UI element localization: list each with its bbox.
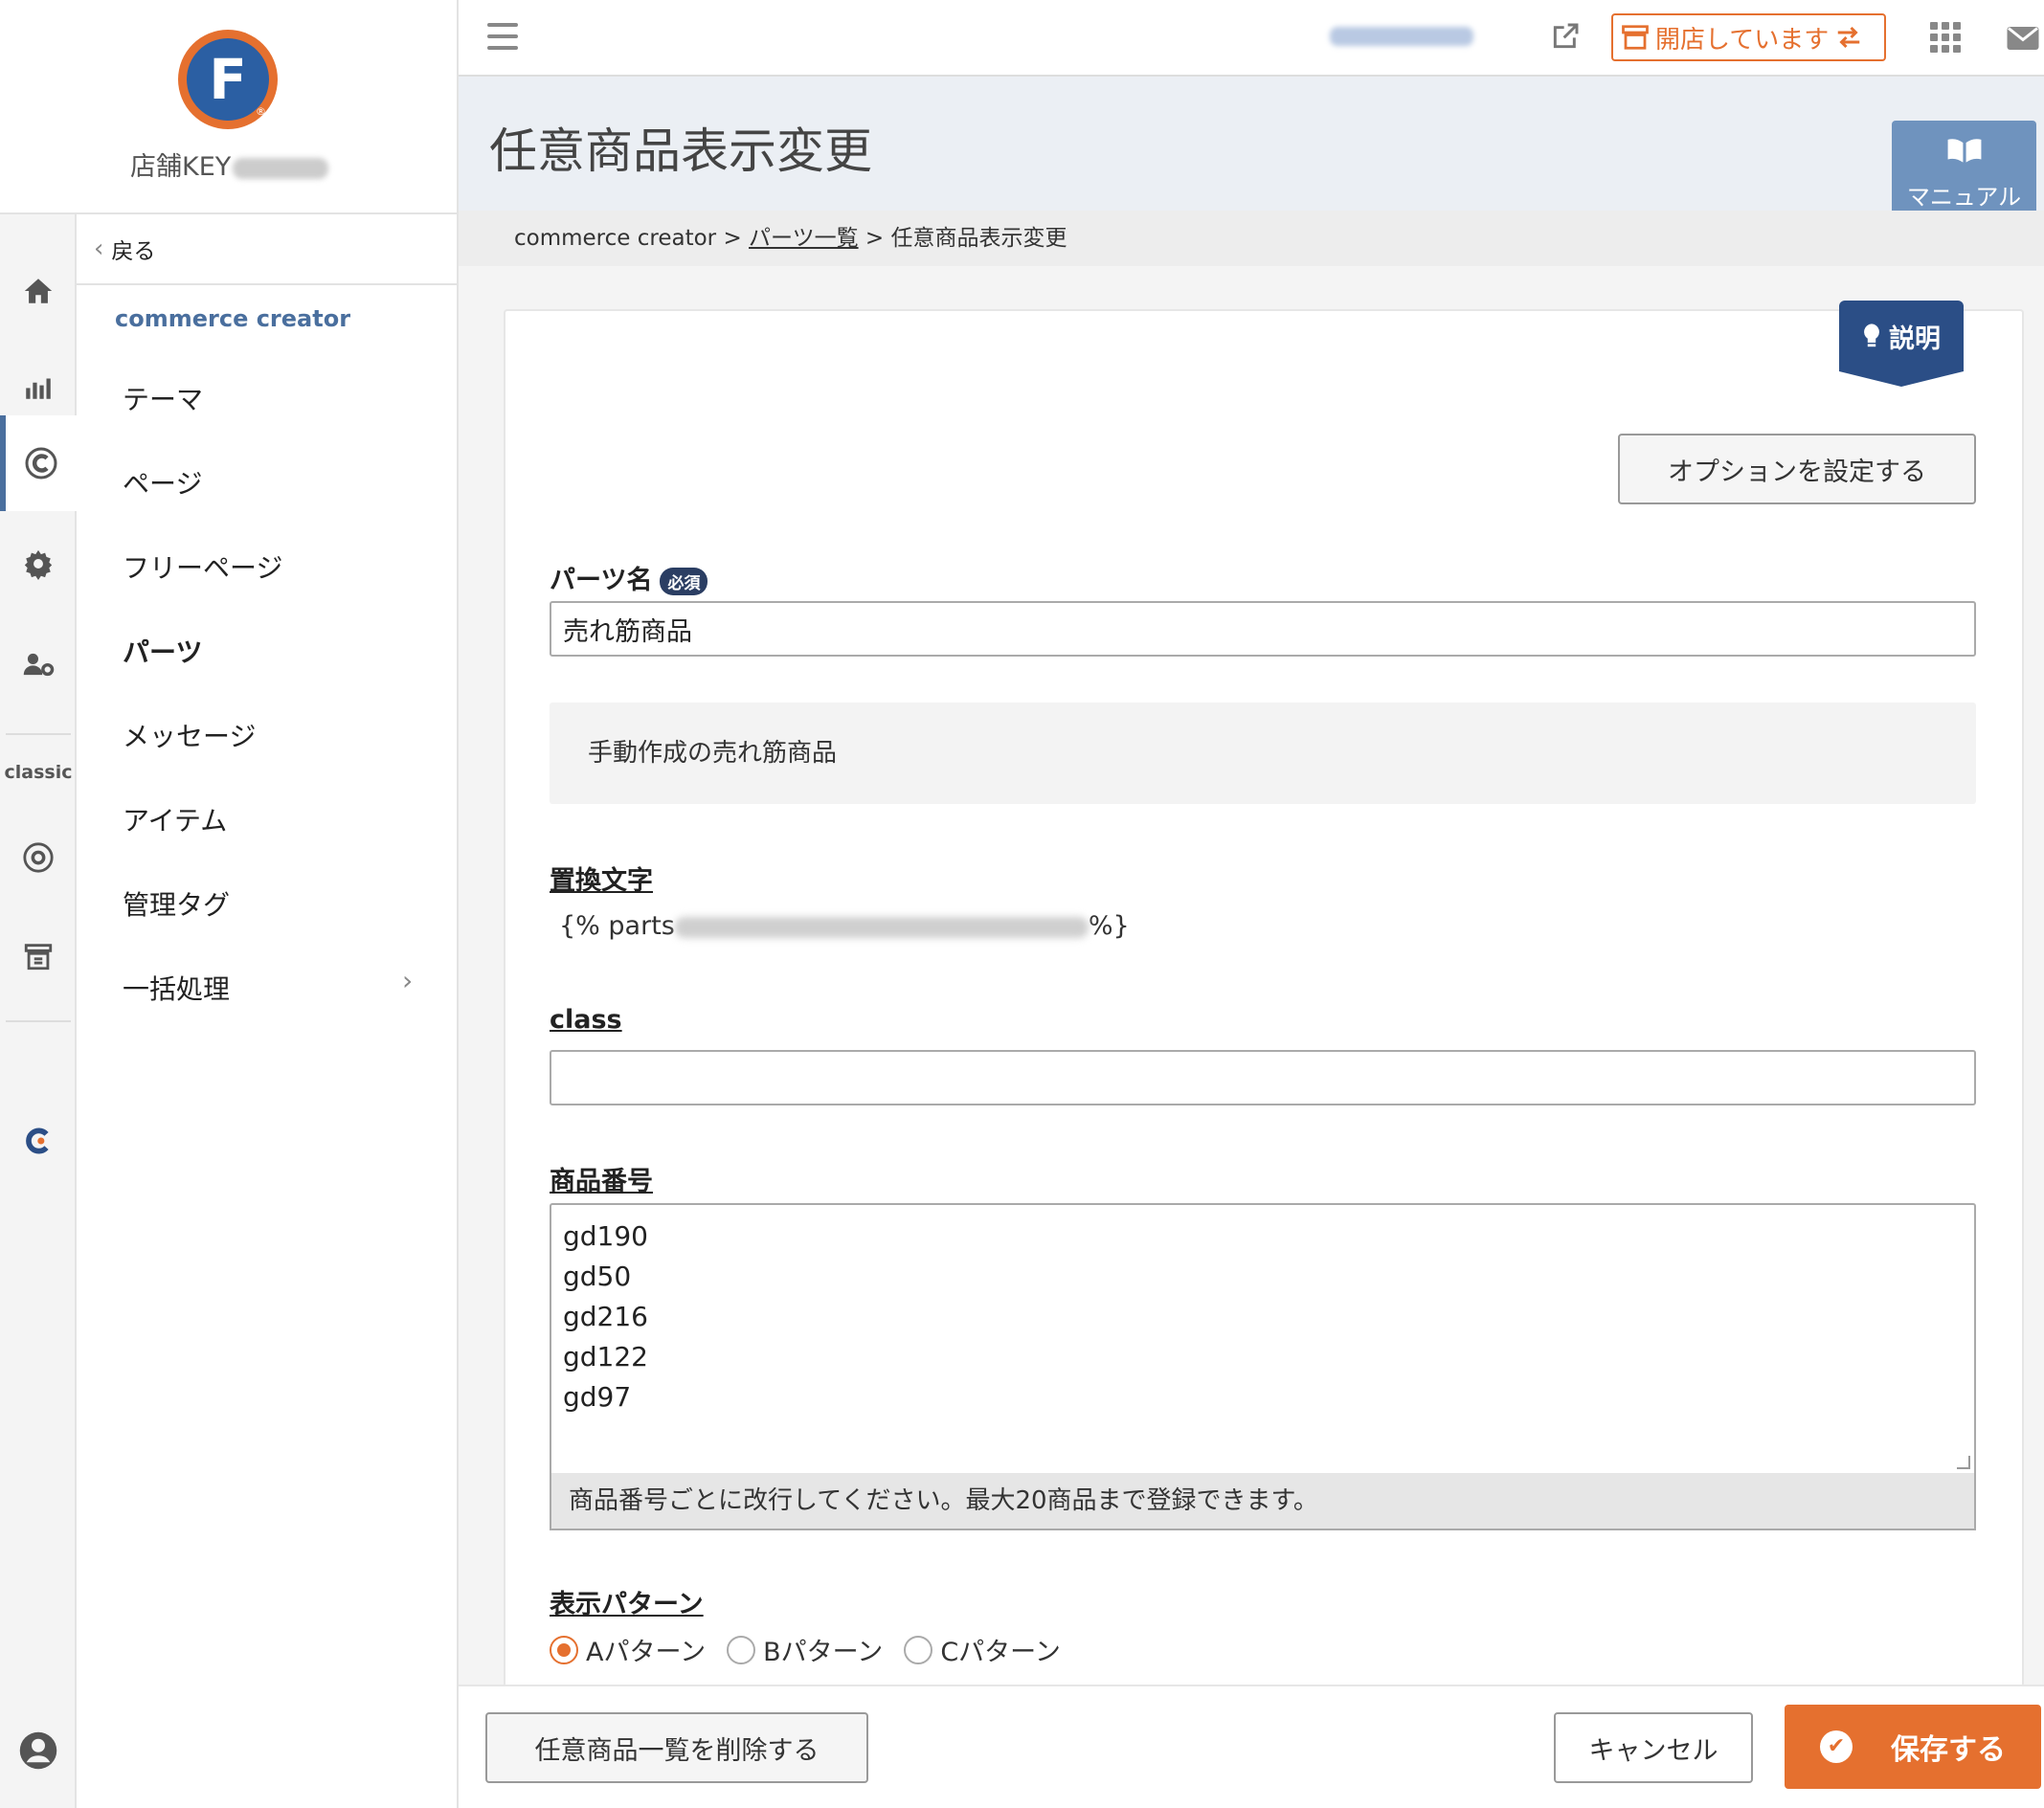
breadcrumb-separator: > xyxy=(723,226,742,251)
display-pattern-group: Aパターン Bパターン Cパターン xyxy=(550,1631,1061,1668)
nav-item-admin-tags[interactable]: 管理タグ xyxy=(123,884,230,923)
shop-logo[interactable]: F ® xyxy=(178,30,278,129)
required-badge: 必須 xyxy=(660,568,708,595)
set-options-button[interactable]: オプションを設定する xyxy=(1618,434,1976,504)
product-number-label: 商品番号 xyxy=(550,1167,653,1196)
store-open-toggle[interactable]: 開店しています xyxy=(1611,13,1886,61)
save-label: 保存する xyxy=(1891,1733,2006,1767)
nav-item-free-page[interactable]: フリーページ xyxy=(123,547,282,586)
display-pattern-label: 表示パターン xyxy=(550,1590,704,1619)
nav-item-page[interactable]: ページ xyxy=(123,463,202,502)
radio-selected-icon xyxy=(550,1635,578,1664)
classic-label: classic xyxy=(4,762,73,783)
page-header: 任意商品表示変更 マニュアル xyxy=(459,77,2044,226)
pattern-c-radio[interactable]: Cパターン xyxy=(904,1631,1061,1668)
rail-divider-2 xyxy=(6,1020,71,1022)
product-number-line: gd122 xyxy=(563,1341,648,1373)
nav-item-parts[interactable]: パーツ xyxy=(123,632,202,670)
breadcrumb-current: 任意商品表示変更 xyxy=(890,226,1067,251)
secondary-nav: ‹ 戻る commerce creator テーマ ページ フリーページ パーツ… xyxy=(77,214,459,1808)
product-number-textarea[interactable]: gd190 gd50 gd216 gd122 gd97 xyxy=(550,1203,1976,1475)
replace-text-value: {% parts%} xyxy=(559,911,1130,941)
pattern-b-label: Bパターン xyxy=(763,1638,884,1667)
parts-name-label: パーツ名 必須 xyxy=(550,559,708,596)
chevron-left-icon: ‹ xyxy=(94,234,104,263)
parts-description: 手動作成の売れ筋商品 xyxy=(550,703,1976,804)
storefront-icon xyxy=(1622,25,1649,50)
breadcrumb-parts-list-link[interactable]: パーツ一覧 xyxy=(749,226,859,251)
store-key: 店舗KEY xyxy=(130,145,329,183)
class-input[interactable] xyxy=(550,1050,1976,1105)
nav-item-items[interactable]: アイテム xyxy=(123,800,227,838)
breadcrumb: commerce creator > パーツ一覧 > 任意商品表示変更 xyxy=(459,211,2044,266)
account-icon[interactable] xyxy=(0,1703,77,1798)
store-key-label: 店舗KEY xyxy=(130,152,232,182)
icon-rail: classic xyxy=(0,214,77,1808)
nav-item-theme[interactable]: テーマ xyxy=(123,379,203,417)
logo-registered-mark: ® xyxy=(256,105,266,118)
delete-product-list-button[interactable]: 任意商品一覧を削除する xyxy=(485,1712,868,1783)
pattern-b-radio[interactable]: Bパターン xyxy=(727,1631,883,1668)
breadcrumb-separator-2: > xyxy=(865,226,885,251)
nav-item-bulk[interactable]: 一括処理 xyxy=(123,969,230,1007)
replace-key-redacted xyxy=(674,916,1089,938)
replace-prefix: {% parts xyxy=(559,911,675,941)
external-link-icon[interactable] xyxy=(1550,21,1581,56)
product-number-hint: 商品番号ごとに改行してください。最大20商品まで登録できます。 xyxy=(550,1473,1976,1530)
check-icon: ✔ xyxy=(1820,1730,1853,1763)
commerce-creator-icon[interactable] xyxy=(0,415,77,511)
top-bar: 開店しています xyxy=(459,0,2044,77)
cancel-button[interactable]: キャンセル xyxy=(1554,1712,1753,1783)
help-label: 説明 xyxy=(1889,324,1941,354)
back-link[interactable]: ‹ 戻る xyxy=(77,214,459,285)
page-title: 任意商品表示変更 xyxy=(489,123,872,179)
user-settings-icon[interactable] xyxy=(0,616,77,712)
book-icon xyxy=(1947,139,1981,163)
product-number-line: gd190 xyxy=(563,1220,648,1252)
lightbulb-icon xyxy=(1864,324,1879,347)
commerce-brand-icon[interactable] xyxy=(0,1093,77,1189)
shop-link-redacted[interactable] xyxy=(1330,27,1473,46)
replace-suffix: %} xyxy=(1088,911,1130,941)
resize-handle-icon[interactable] xyxy=(1957,1456,1970,1469)
parts-name-label-text: パーツ名 xyxy=(550,566,653,595)
nav-item-message[interactable]: メッセージ xyxy=(123,716,256,754)
settings-gear-icon[interactable] xyxy=(0,516,77,612)
parts-name-input[interactable]: 売れ筋商品 xyxy=(550,601,1976,657)
store-open-status: 開店しています xyxy=(1655,25,1830,55)
save-button[interactable]: ✔ 保存する xyxy=(1785,1705,2041,1789)
product-number-line: gd216 xyxy=(563,1301,648,1332)
radio-empty-icon xyxy=(904,1635,933,1664)
back-label: 戻る xyxy=(111,239,156,264)
apps-grid-icon[interactable] xyxy=(1930,22,1961,53)
store-key-value-redacted xyxy=(233,157,329,179)
breadcrumb-root: commerce creator xyxy=(514,226,717,251)
product-number-line: gd97 xyxy=(563,1381,632,1413)
mail-icon[interactable] xyxy=(2006,25,2040,56)
pattern-c-label: Cパターン xyxy=(940,1638,1061,1667)
brand-header: F ® 店舗KEY xyxy=(0,0,459,214)
pattern-a-radio[interactable]: Aパターン xyxy=(550,1631,706,1668)
classic-settings-icon[interactable] xyxy=(0,810,77,905)
pattern-a-label: Aパターン xyxy=(586,1638,707,1667)
chevron-right-icon: › xyxy=(402,965,414,996)
class-label: class xyxy=(550,1005,622,1035)
product-number-line: gd50 xyxy=(563,1261,632,1292)
rail-divider xyxy=(6,733,71,735)
radio-empty-icon xyxy=(727,1635,756,1664)
home-icon[interactable] xyxy=(0,243,77,339)
replace-text-label: 置換文字 xyxy=(550,866,653,896)
manual-label: マニュアル xyxy=(1906,184,2022,211)
classic-store-icon[interactable] xyxy=(0,908,77,1004)
nav-section-title: commerce creator xyxy=(115,305,351,332)
help-button[interactable]: 説明 xyxy=(1839,301,1964,387)
swap-arrows-icon xyxy=(1837,26,1860,49)
menu-icon[interactable] xyxy=(487,23,518,50)
